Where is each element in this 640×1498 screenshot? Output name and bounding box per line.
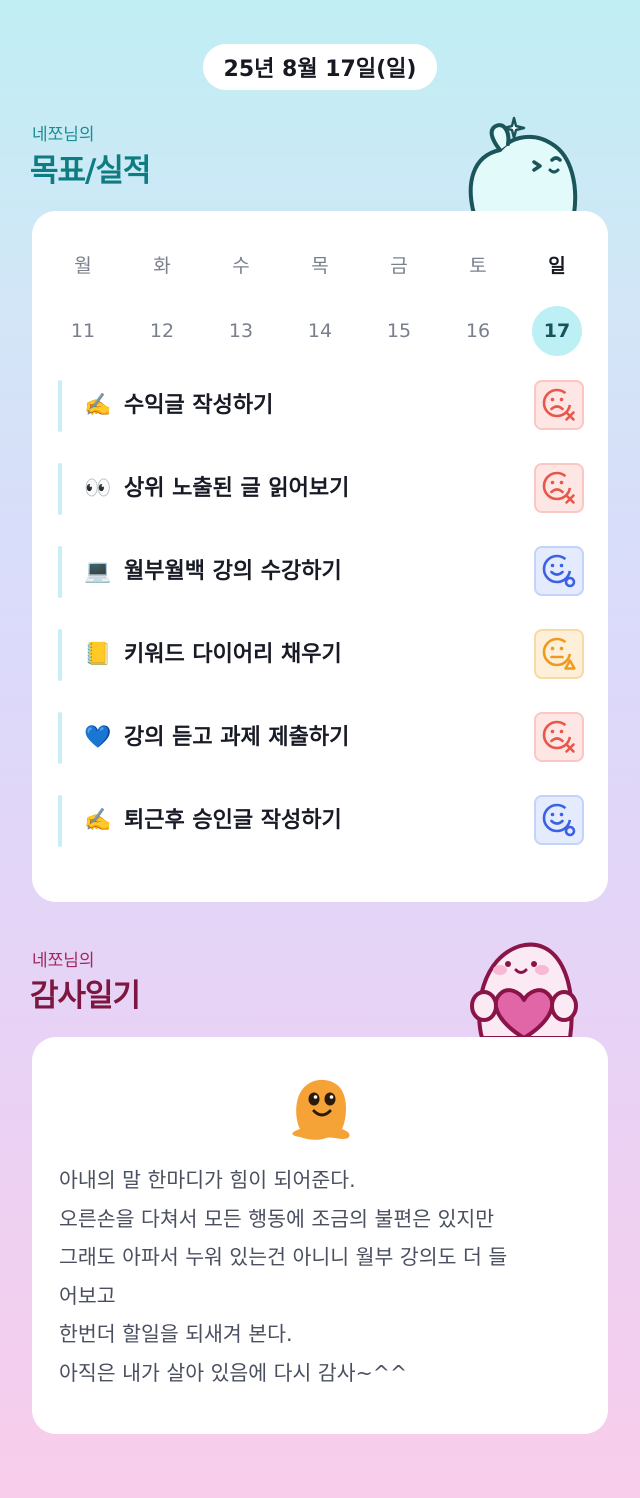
status-partial-button[interactable] — [534, 629, 584, 679]
goal-bar — [58, 546, 62, 598]
weekday-fri: 금 — [390, 255, 408, 277]
gratitude-card: 아내의 말 한마디가 힘이 되어준다. 오른손을 다쳐서 모든 행동에 조금의 … — [32, 1037, 608, 1434]
weekday-thu: 목 — [311, 255, 329, 277]
day-16[interactable]: 16 — [453, 306, 503, 356]
mascot-waving-icon — [468, 116, 578, 214]
weekday-wed: 수 — [232, 255, 250, 277]
weekday-sun: 일 — [548, 255, 566, 277]
notebook-icon: 📒 — [84, 642, 112, 667]
goal-text: 키워드 다이어리 채우기 — [124, 642, 342, 667]
goal-item[interactable]: ✍️ 퇴근후 승인글 작성하기 — [58, 795, 584, 847]
day-12[interactable]: 12 — [137, 306, 187, 356]
date-pill[interactable]: 25년 8월 17일(일) — [203, 44, 437, 90]
goal-text: 월부월백 강의 수강하기 — [124, 559, 342, 584]
goal-bar — [58, 380, 62, 432]
eyes-icon: 👀 — [84, 476, 112, 501]
goal-bar — [58, 463, 62, 515]
goals-title: 목표/실적 — [30, 153, 151, 189]
gratitude-subtitle: 네쪼님의 — [32, 951, 95, 971]
mascot-heart-icon — [470, 942, 578, 1038]
status-fail-button[interactable] — [534, 380, 584, 430]
day-17-selected[interactable]: 17 — [532, 306, 582, 356]
weekday-mon: 월 — [74, 255, 92, 277]
goal-text: 상위 노출된 글 읽어보기 — [124, 476, 350, 501]
goal-item[interactable]: 📒 키워드 다이어리 채우기 — [58, 629, 584, 681]
gratitude-line: 어보고 — [59, 1283, 116, 1308]
goals-subtitle: 네쪼님의 — [32, 125, 95, 145]
gratitude-line: 그래도 아파서 누워 있는건 아니니 월부 강의도 더 들 — [59, 1245, 508, 1269]
goal-text: 퇴근후 승인글 작성하기 — [124, 808, 342, 833]
sad-face-x-icon — [542, 720, 575, 753]
goal-item[interactable]: 💙 강의 듣고 과제 제출하기 — [58, 712, 584, 764]
smile-face-circle-icon — [542, 803, 576, 837]
day-15[interactable]: 15 — [374, 306, 424, 356]
gratitude-line: 아내의 말 한마디가 힘이 되어준다. — [59, 1168, 356, 1192]
sad-face-x-icon — [542, 388, 575, 421]
day-11[interactable]: 11 — [58, 306, 108, 356]
goal-item[interactable]: 👀 상위 노출된 글 읽어보기 — [58, 463, 584, 515]
status-fail-button[interactable] — [534, 712, 584, 762]
melting-blob-icon — [292, 1079, 350, 1140]
sad-face-x-icon — [542, 471, 575, 504]
goal-bar — [58, 629, 62, 681]
goals-card: 월 화 수 목 금 토 일 11 12 13 14 15 16 17 ✍️ 수익… — [32, 211, 608, 902]
gratitude-title: 감사일기 — [30, 978, 141, 1014]
status-success-button[interactable] — [534, 546, 584, 596]
goal-text: 강의 듣고 과제 제출하기 — [124, 725, 350, 750]
goal-bar — [58, 712, 62, 764]
goal-bar — [58, 795, 62, 847]
goal-item[interactable]: ✍️ 수익글 작성하기 — [58, 380, 584, 432]
status-fail-button[interactable] — [534, 463, 584, 513]
gratitude-line: 아직은 내가 살아 있음에 다시 감사~^^ — [59, 1360, 408, 1385]
goal-text: 수익글 작성하기 — [124, 393, 274, 418]
neutral-face-triangle-icon — [542, 637, 576, 670]
day-13[interactable]: 13 — [216, 306, 266, 356]
gratitude-line: 오른손을 다쳐서 모든 행동에 조금의 불편은 있지만 — [59, 1206, 495, 1231]
writing-hand-icon: ✍️ — [84, 393, 112, 418]
goal-item[interactable]: 💻 월부월백 강의 수강하기 — [58, 546, 584, 598]
gratitude-line: 한번더 할일을 되새겨 본다. — [59, 1322, 293, 1346]
day-14[interactable]: 14 — [295, 306, 345, 356]
weekday-tue: 화 — [153, 255, 171, 277]
weekday-sat: 토 — [469, 255, 487, 277]
gratitude-text: 아내의 말 한마디가 힘이 되어준다. 오른손을 다쳐서 모든 행동에 조금의 … — [59, 1161, 585, 1392]
blue-heart-icon: 💙 — [84, 725, 112, 750]
laptop-icon: 💻 — [84, 559, 112, 584]
smile-face-circle-icon — [542, 554, 576, 588]
writing-hand-icon: ✍️ — [84, 808, 112, 833]
status-success-button[interactable] — [534, 795, 584, 845]
